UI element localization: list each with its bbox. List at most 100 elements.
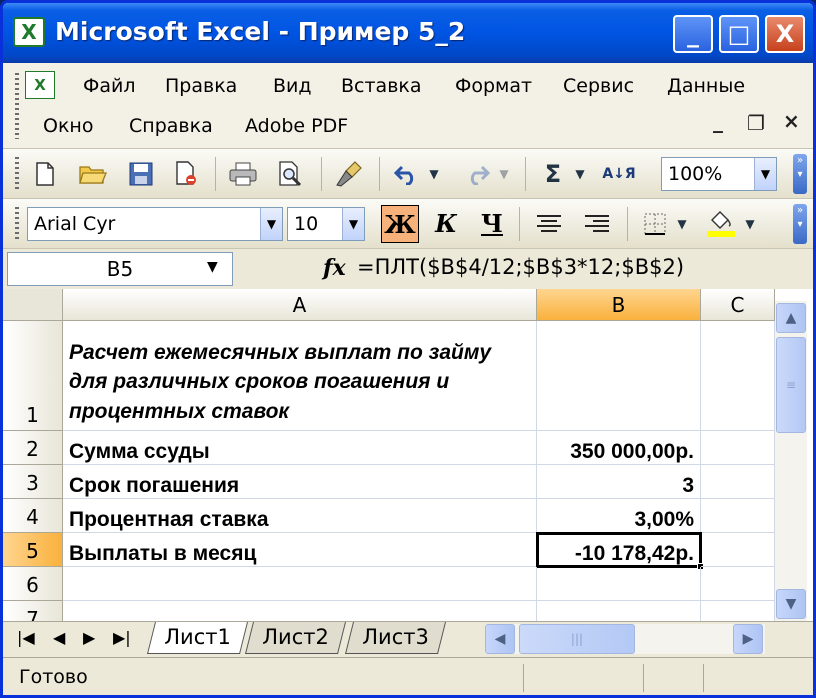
menu-data[interactable]: Данные xyxy=(667,75,745,97)
print-preview-icon[interactable] xyxy=(273,157,309,191)
row-header-3[interactable]: 3 xyxy=(3,465,63,499)
doc-close-button[interactable]: × xyxy=(783,109,800,133)
new-document-icon[interactable] xyxy=(27,157,63,191)
row-header-1[interactable]: 1 xyxy=(3,321,63,431)
fill-color-dropdown-icon[interactable]: ▼ xyxy=(741,207,759,241)
scroll-down-icon[interactable]: ▼ xyxy=(776,589,806,619)
undo-dropdown-icon[interactable]: ▼ xyxy=(425,157,443,191)
sheet-tab-3[interactable]: Лист3 xyxy=(345,622,446,654)
cell-a3[interactable]: Срок погашения xyxy=(63,465,537,499)
toolbar-options-icon[interactable]: » ▾ xyxy=(793,154,807,194)
vertical-scrollbar[interactable]: ▲ ≡ ▼ xyxy=(775,301,807,623)
sort-ascending-icon[interactable]: А↓Я xyxy=(601,157,637,191)
cell-b1[interactable] xyxy=(537,321,701,431)
row-header-2[interactable]: 2 xyxy=(3,431,63,465)
fill-color-icon[interactable] xyxy=(703,207,739,241)
undo-icon[interactable] xyxy=(389,157,425,191)
vertical-scroll-thumb[interactable]: ≡ xyxy=(776,337,806,433)
name-box-dropdown-icon[interactable]: ▼ xyxy=(207,259,218,275)
document-icon[interactable]: X xyxy=(25,71,55,99)
column-header-b[interactable]: B xyxy=(537,289,701,321)
chevron-down-icon[interactable]: ▼ xyxy=(260,208,282,240)
cell-a7[interactable] xyxy=(63,601,537,621)
borders-dropdown-icon[interactable]: ▼ xyxy=(673,207,691,241)
autosum-dropdown-icon[interactable]: ▼ xyxy=(571,157,589,191)
open-folder-icon[interactable] xyxy=(75,157,111,191)
toolbar-grip[interactable] xyxy=(15,157,19,191)
column-header-c[interactable]: C xyxy=(701,289,775,321)
select-all-corner[interactable] xyxy=(3,289,63,321)
insert-function-icon[interactable]: fx xyxy=(323,255,346,281)
cell-a1[interactable]: Расчет ежемесячных выплат по займу для р… xyxy=(63,321,537,431)
menu-adobe-pdf[interactable]: Adobe PDF xyxy=(245,115,348,137)
menu-insert[interactable]: Вставка xyxy=(341,75,422,97)
menu-edit[interactable]: Правка xyxy=(165,75,237,97)
redo-icon[interactable] xyxy=(459,157,495,191)
borders-icon[interactable] xyxy=(637,207,673,241)
cell-a5[interactable]: Выплаты в месяц xyxy=(63,533,537,567)
cell-c6[interactable] xyxy=(701,567,775,601)
toolbar-options-icon[interactable]: » ▾ xyxy=(793,204,807,244)
menu-grip[interactable] xyxy=(15,73,19,139)
cell-c1[interactable] xyxy=(701,321,775,431)
horizontal-scroll-thumb[interactable]: ||| xyxy=(519,624,635,654)
row-header-4[interactable]: 4 xyxy=(3,499,63,533)
cell-b3[interactable]: 3 xyxy=(537,465,701,499)
scroll-up-icon[interactable]: ▲ xyxy=(776,303,806,333)
bold-button[interactable]: Ж xyxy=(381,205,419,243)
redo-dropdown-icon[interactable]: ▼ xyxy=(495,157,513,191)
next-sheet-icon[interactable]: ▶ xyxy=(83,628,95,647)
maximize-button[interactable]: □ xyxy=(719,15,759,53)
cell-a4[interactable]: Процентная ставка xyxy=(63,499,537,533)
font-size-select[interactable]: 10 ▼ xyxy=(287,207,365,241)
autosum-icon[interactable]: Σ xyxy=(535,157,571,191)
last-sheet-icon[interactable]: ▶| xyxy=(113,628,131,647)
cell-a2[interactable]: Сумма ссуды xyxy=(63,431,537,465)
chevron-down-icon[interactable]: ▼ xyxy=(754,158,776,190)
cell-c5[interactable] xyxy=(701,533,775,567)
print-icon[interactable] xyxy=(225,157,261,191)
column-header-a[interactable]: A xyxy=(63,289,537,321)
menu-file[interactable]: Файл xyxy=(83,75,136,97)
underline-button[interactable]: Ч xyxy=(473,205,511,243)
menu-tools[interactable]: Сервис xyxy=(563,75,634,97)
sheet-tab-1[interactable]: Лист1 xyxy=(147,622,248,654)
excel-app-icon[interactable]: X xyxy=(13,17,45,47)
scroll-right-icon[interactable]: ▶ xyxy=(733,624,763,654)
cell-c4[interactable] xyxy=(701,499,775,533)
scroll-left-icon[interactable]: ◀ xyxy=(485,624,515,654)
doc-restore-button[interactable]: ❐ xyxy=(747,111,765,135)
menu-window[interactable]: Окно xyxy=(43,115,93,137)
name-box[interactable]: B5 xyxy=(7,252,233,286)
format-painter-icon[interactable] xyxy=(331,157,367,191)
row-header-7[interactable]: 7 xyxy=(3,601,63,621)
cell-c3[interactable] xyxy=(701,465,775,499)
cell-b6[interactable] xyxy=(537,567,701,601)
cell-c7[interactable] xyxy=(701,601,775,621)
horizontal-scrollbar[interactable]: ◀ ||| ▶ xyxy=(485,624,765,654)
menu-help[interactable]: Справка xyxy=(129,115,213,137)
menu-format[interactable]: Формат xyxy=(455,75,532,97)
align-right-icon[interactable] xyxy=(579,207,615,241)
italic-button[interactable]: К xyxy=(427,205,465,243)
menu-view[interactable]: Вид xyxy=(273,75,312,97)
font-name-select[interactable]: Arial Cyr ▼ xyxy=(27,207,283,241)
cell-a6[interactable] xyxy=(63,567,537,601)
row-header-6[interactable]: 6 xyxy=(3,567,63,601)
cell-b7[interactable] xyxy=(537,601,701,621)
chevron-down-icon[interactable]: ▼ xyxy=(342,208,364,240)
toolbar-grip[interactable] xyxy=(15,207,19,241)
title-bar[interactable]: X Microsoft Excel - Пример 5_2 _ □ X xyxy=(3,3,813,63)
zoom-select[interactable]: 100% ▼ xyxy=(661,157,777,191)
cell-b5-active[interactable]: -10 178,42р. xyxy=(536,532,702,568)
first-sheet-icon[interactable]: |◀ xyxy=(17,628,35,647)
formula-input[interactable]: =ПЛТ($B$4/12;$B$3*12;$B$2) xyxy=(357,255,684,279)
doc-minimize-button[interactable]: _ xyxy=(713,109,723,133)
sheet-tab-2[interactable]: Лист2 xyxy=(245,622,346,654)
prev-sheet-icon[interactable]: ◀ xyxy=(53,628,65,647)
row-header-5[interactable]: 5 xyxy=(3,533,63,567)
close-button[interactable]: X xyxy=(765,15,805,53)
save-icon[interactable] xyxy=(123,157,159,191)
cell-c2[interactable] xyxy=(701,431,775,465)
minimize-button[interactable]: _ xyxy=(673,15,713,53)
